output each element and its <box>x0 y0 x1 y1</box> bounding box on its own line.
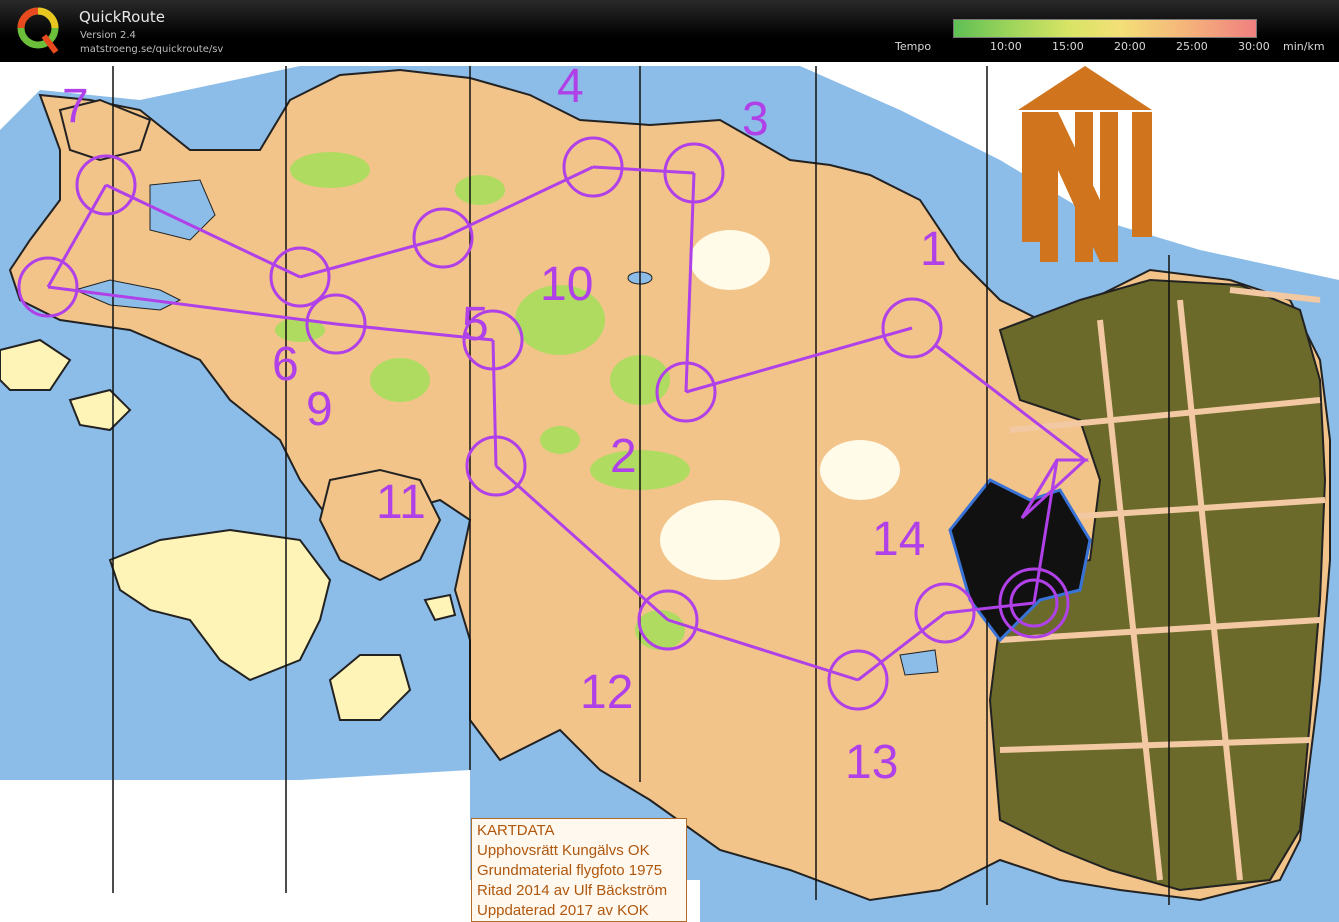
credit-line: Ritad 2014 av Ulf Bäckström <box>477 882 668 899</box>
control-number: 10 <box>540 258 593 311</box>
control-number: 9 <box>306 383 333 436</box>
control-number: 5 <box>462 298 489 351</box>
app-header: QuickRoute Version 2.4 matstroeng.se/qui… <box>0 0 1339 62</box>
quickroute-logo-icon <box>17 7 59 54</box>
control-number: 13 <box>845 736 898 789</box>
app-url[interactable]: matstroeng.se/quickroute/sv <box>80 44 223 55</box>
tempo-color-scale <box>953 19 1257 38</box>
credit-line: Upphovsrätt Kungälvs OK <box>477 842 650 859</box>
tempo-tick: 10:00 <box>990 40 1022 53</box>
tempo-tick: 15:00 <box>1052 40 1084 53</box>
control-number: 12 <box>580 666 633 719</box>
tempo-tick: 20:00 <box>1114 40 1146 53</box>
orienteering-map[interactable]: 1 2 3 4 5 6 7 9 10 11 12 13 14 <box>0 66 1339 922</box>
map-margin <box>0 770 470 922</box>
credit-line: Grundmaterial flygfoto 1975 <box>477 862 663 879</box>
credit-line: KARTDATA <box>477 822 555 839</box>
tempo-label: Tempo <box>895 40 932 53</box>
control-number: 4 <box>557 66 584 113</box>
credit-line: Uppdaterad 2017 av KOK <box>477 902 649 919</box>
app-version: Version 2.4 <box>80 30 136 41</box>
control-number: 11 <box>376 476 426 529</box>
app-title: QuickRoute <box>79 8 165 26</box>
tempo-tick: 25:00 <box>1176 40 1208 53</box>
control-number: 3 <box>742 93 769 146</box>
control-number: 7 <box>62 80 89 133</box>
control-number: 1 <box>920 223 947 276</box>
tempo-unit: min/km <box>1283 40 1325 53</box>
tempo-tick: 30:00 <box>1238 40 1270 53</box>
control-number: 6 <box>272 338 299 391</box>
control-number: 14 <box>872 513 925 566</box>
control-number: 2 <box>610 430 637 483</box>
map-credit-box: KARTDATA Upphovsrätt Kungälvs OK Grundma… <box>471 818 687 922</box>
